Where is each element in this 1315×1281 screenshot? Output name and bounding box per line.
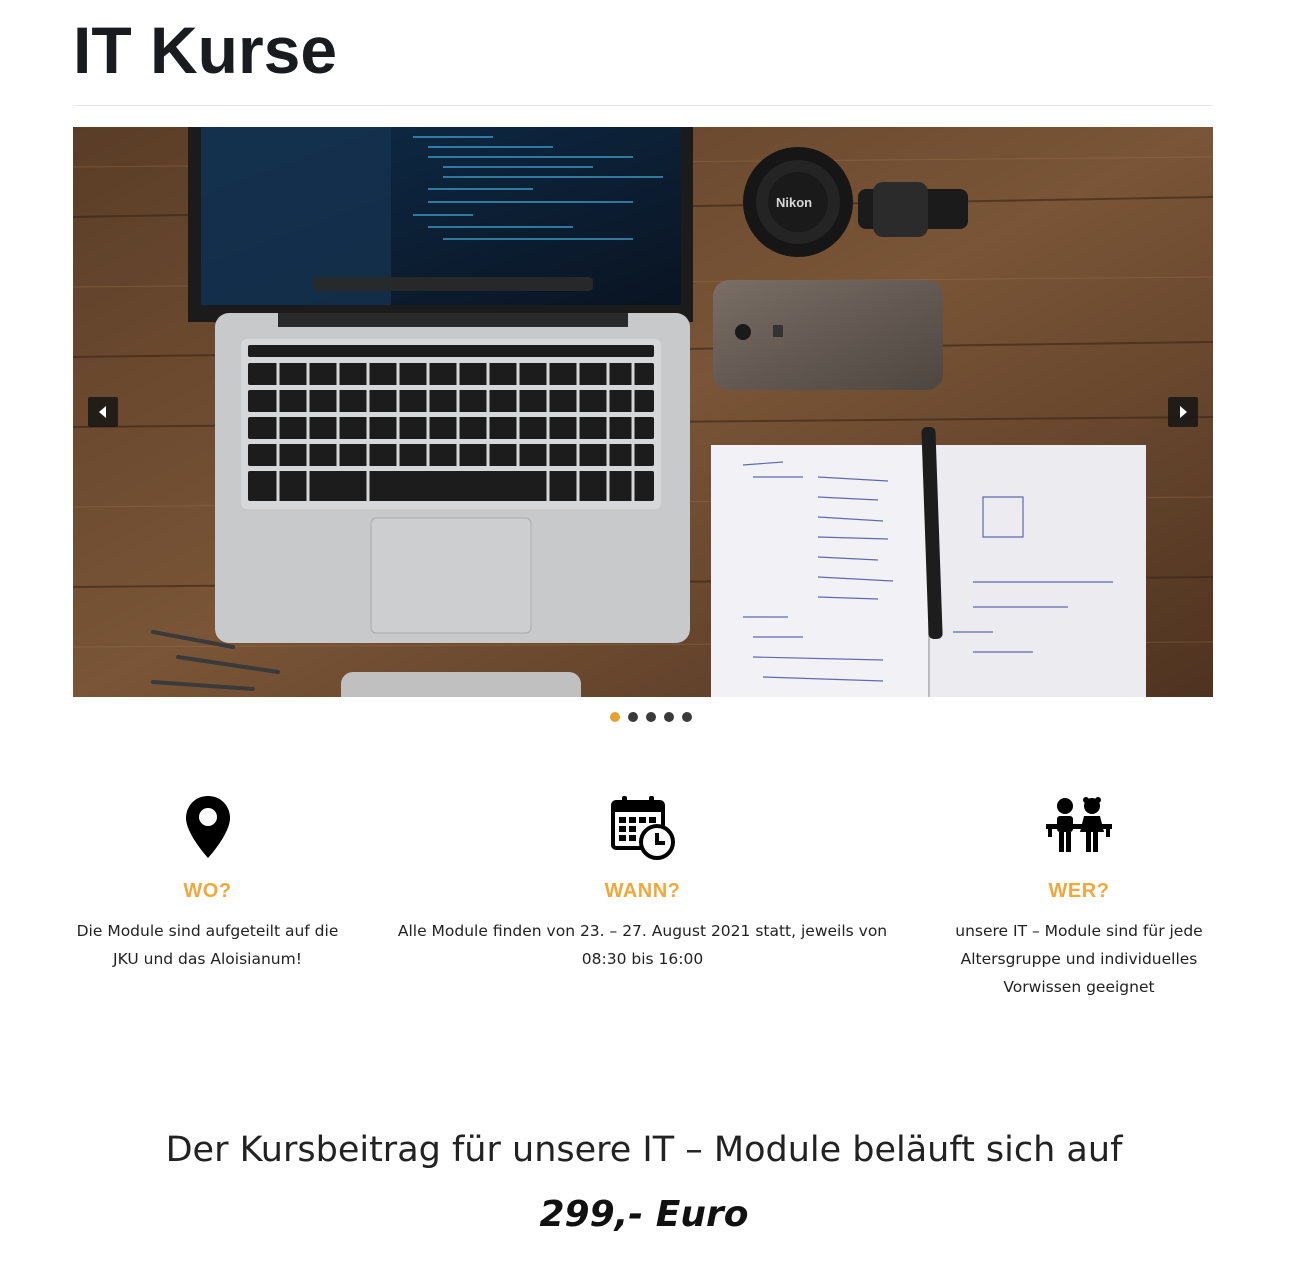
page-title: IT Kurse [73, 13, 338, 87]
feature-wo: WO? Die Module sind aufgeteilt auf die J… [60, 794, 355, 973]
map-pin-icon [185, 796, 230, 858]
slider-dot-3[interactable] [645, 712, 656, 722]
caret-right-icon [1180, 406, 1187, 418]
slider-dot-4[interactable] [663, 712, 674, 722]
feature-heading: WO? [183, 880, 232, 902]
svg-text:Nikon: Nikon [776, 195, 812, 210]
slider-prev-button[interactable] [88, 397, 118, 427]
slider-dot-2[interactable] [627, 712, 638, 722]
title-divider [73, 105, 1213, 106]
image-slider[interactable]: Nikon [73, 127, 1213, 697]
caret-left-icon [99, 406, 106, 418]
kids-group-icon [1046, 797, 1112, 852]
slide-image: Nikon [73, 127, 1213, 697]
slider-dots [0, 712, 1315, 724]
feature-heading: WANN? [604, 880, 681, 902]
feature-wann: WANN? Alle Module finden von 23. – 27. A… [395, 794, 890, 973]
pricing-value: 299,- Euro [539, 1194, 749, 1235]
feature-text: unsere IT – Module sind für jede Altersg… [955, 922, 1203, 996]
slider-next-button[interactable] [1168, 397, 1198, 427]
slider-dot-1[interactable] [609, 712, 620, 722]
slider-dot-5[interactable] [681, 712, 692, 722]
calendar-clock-icon [610, 796, 675, 860]
feature-text: Alle Module finden von 23. – 27. August … [397, 922, 888, 968]
feature-heading: WER? [1048, 880, 1110, 902]
pricing-text: Der Kursbeitrag für unsere IT – Module b… [165, 1130, 1123, 1170]
feature-wer: WER? unsere IT – Module sind für jede Al… [930, 794, 1228, 1001]
feature-text: Die Module sind aufgeteilt auf die JKU u… [76, 922, 339, 968]
